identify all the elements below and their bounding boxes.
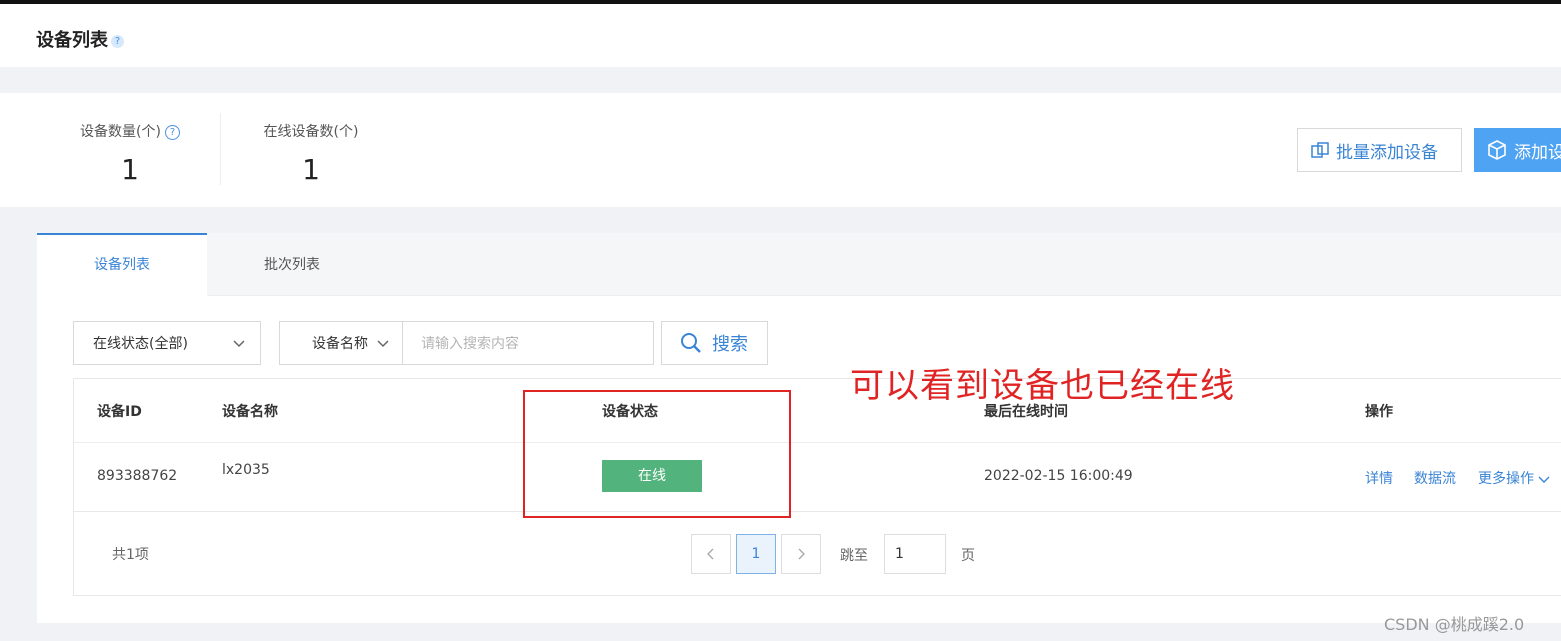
page-unit-label: 页: [961, 548, 975, 564]
device-name-cell: lx2035: [222, 462, 270, 478]
chevron-left-icon: [707, 548, 714, 560]
col-actions: 操作: [1365, 404, 1393, 420]
tab-batch-list[interactable]: 批次列表: [207, 233, 377, 295]
page-header: 设备列表?: [0, 4, 1561, 67]
page-button-current[interactable]: 1: [736, 534, 776, 574]
table-row: 893388762 lx2035 在线 2022-02-15 16:00:49 …: [74, 442, 1561, 512]
device-count-value: 1: [121, 153, 139, 186]
next-page-button[interactable]: [781, 534, 821, 574]
col-device-name: 设备名称: [222, 404, 278, 420]
page-title: 设备列表?: [36, 26, 124, 52]
search-input[interactable]: [403, 323, 653, 365]
add-device-button[interactable]: 添加设: [1474, 128, 1561, 172]
jump-label: 跳至: [840, 548, 868, 564]
help-icon[interactable]: ?: [164, 124, 180, 140]
prev-page-button[interactable]: [691, 534, 731, 574]
watermark: CSDN @桃成蹊2.0: [1384, 615, 1525, 634]
tab-device-list[interactable]: 设备列表: [37, 233, 207, 296]
chevron-down-icon: [1538, 476, 1550, 483]
chevron-down-icon: [233, 340, 245, 348]
batch-add-button[interactable]: 批量添加设备: [1297, 128, 1462, 172]
search-icon: [681, 333, 701, 353]
stats-bar: 设备数量(个)? 1 在线设备数(个) 1 批量添加设备 添加设: [0, 93, 1561, 207]
annotation-highlight-box: [523, 390, 791, 518]
stat-online-count: 在线设备数(个) 1: [236, 93, 386, 207]
device-id-cell: 893388762: [97, 468, 178, 484]
more-actions-link[interactable]: 更多操作: [1478, 468, 1550, 488]
search-field-select[interactable]: 设备名称: [280, 322, 404, 364]
pagination-total: 共1项: [112, 547, 149, 563]
annotation-text: 可以看到设备也已经在线: [850, 366, 1235, 406]
search-button[interactable]: 搜索: [661, 321, 768, 365]
stat-device-count: 设备数量(个)? 1: [55, 93, 205, 207]
status-filter-select[interactable]: 在线状态(全部): [73, 321, 261, 365]
online-count-label: 在线设备数(个): [263, 124, 359, 140]
last-online-cell: 2022-02-15 16:00:49: [984, 468, 1133, 484]
jump-page-input[interactable]: 1: [884, 534, 946, 574]
details-link[interactable]: 详情: [1365, 468, 1393, 488]
col-device-id: 设备ID: [97, 404, 142, 420]
device-count-label: 设备数量(个): [80, 124, 161, 140]
datastream-link[interactable]: 数据流: [1414, 468, 1456, 488]
copy-icon: [1311, 142, 1329, 158]
cube-icon: [1488, 140, 1506, 160]
table-header: 设备ID 设备名称 设备状态 最后在线时间 操作: [74, 379, 1561, 443]
search-group: 设备名称: [279, 321, 654, 365]
device-table: 设备ID 设备名称 设备状态 最后在线时间 操作 893388762 lx203…: [73, 378, 1561, 596]
chevron-down-icon: [377, 340, 389, 348]
chevron-right-icon: [798, 548, 805, 560]
device-panel: 设备列表 批次列表 在线状态(全部) 设备名称 搜索 设备ID 设备名称 设备状…: [37, 233, 1561, 623]
help-icon[interactable]: ?: [111, 34, 124, 48]
divider: [220, 113, 221, 185]
online-count-value: 1: [302, 153, 320, 186]
tab-bar: 设备列表 批次列表: [37, 233, 1561, 296]
